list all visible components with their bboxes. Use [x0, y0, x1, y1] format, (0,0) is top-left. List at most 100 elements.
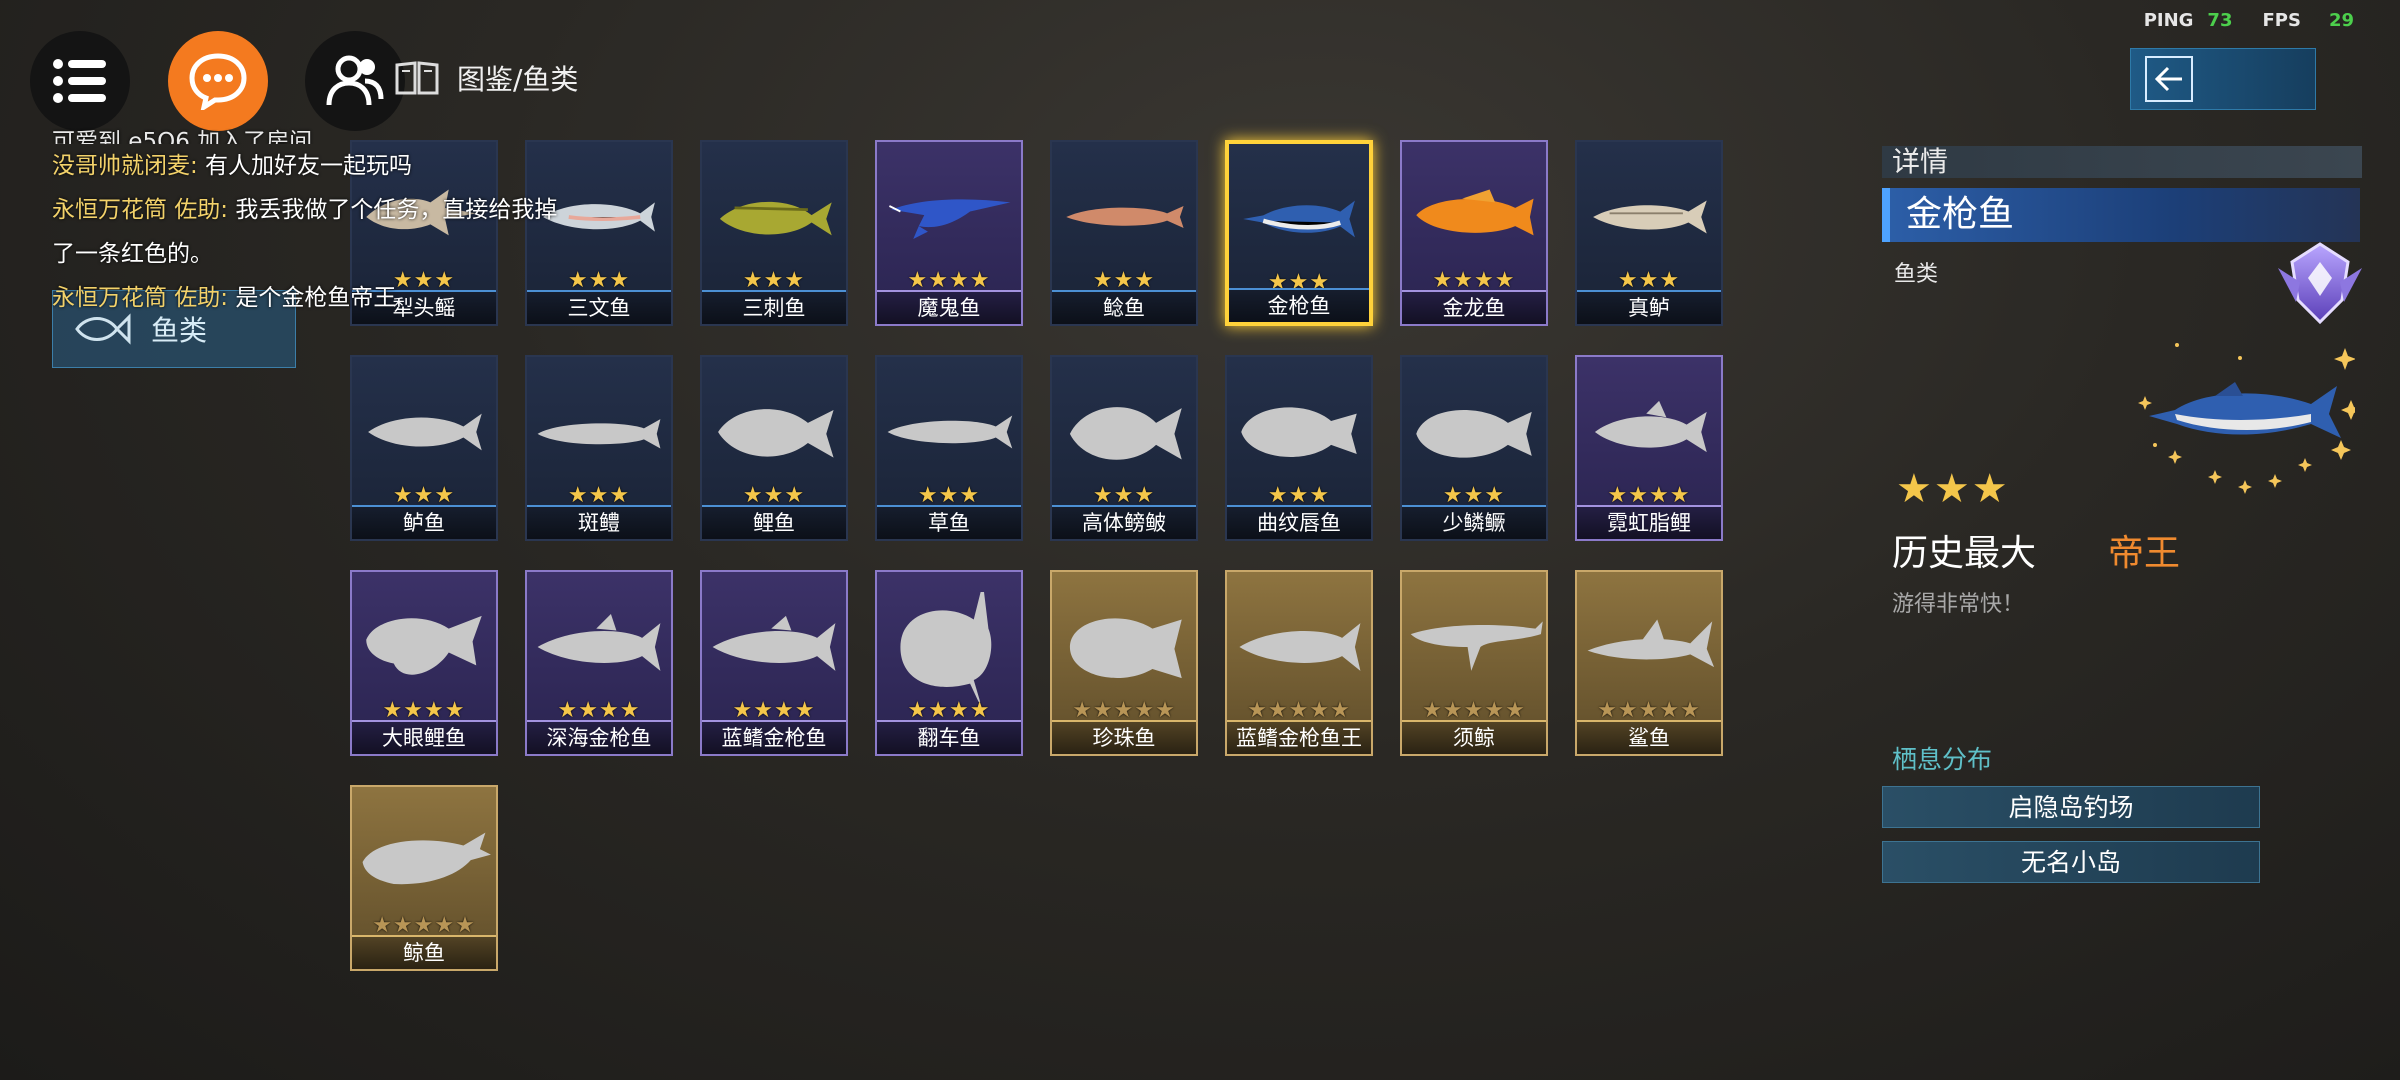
- fish-silhouette-icon: [352, 807, 496, 917]
- selected-fish-image: [2115, 330, 2361, 504]
- fish-card-label: 魔鬼鱼: [877, 290, 1021, 324]
- chat-message: 永恒万花筒 佐助: 是个金枪鱼帝王: [52, 276, 732, 320]
- fish-card-label: 鲶鱼: [1052, 290, 1196, 324]
- fish-image: [1402, 162, 1546, 272]
- fish-card[interactable]: ★★★ 曲纹唇鱼: [1225, 355, 1373, 541]
- fish-card-label: 须鲸: [1402, 720, 1546, 754]
- habitat-title: 栖息分布: [1892, 745, 1993, 774]
- fish-card-label: 鲤鱼: [702, 505, 846, 539]
- ping-value: 73: [2207, 10, 2233, 31]
- fish-card-label: 珍珠鱼: [1052, 720, 1196, 754]
- fish-silhouette-icon: [1577, 592, 1721, 702]
- fish-card[interactable]: ★★★★ 金龙鱼: [1400, 140, 1548, 326]
- fish-image: [1229, 164, 1369, 274]
- back-arrow-icon: [2145, 56, 2193, 102]
- history-max-value: 帝王: [2108, 533, 2181, 574]
- chat-bubble-icon: [189, 53, 247, 110]
- friends-button[interactable]: [305, 31, 405, 131]
- performance-stats: PING 73 FPS 29: [2144, 10, 2354, 31]
- fish-card-label: 斑鳢: [527, 505, 671, 539]
- fish-card[interactable]: ★★★ 鲤鱼: [700, 355, 848, 541]
- fish-card[interactable]: ★★★★ 霓虹脂鲤: [1575, 355, 1723, 541]
- fish-card[interactable]: ★★★★★ 须鲸: [1400, 570, 1548, 756]
- fish-card[interactable]: ★★★ 金枪鱼: [1225, 140, 1373, 326]
- fish-name: 金枪鱼: [1906, 194, 2015, 235]
- fps-label: FPS: [2262, 10, 2301, 31]
- chat-partial-line: 可爱到 e5O6 加入了房间: [52, 129, 313, 144]
- fish-card[interactable]: ★★★ 高体鳑鲏: [1050, 355, 1198, 541]
- fish-card[interactable]: ★★★ 斑鳢: [525, 355, 673, 541]
- fish-silhouette-icon: [1577, 377, 1721, 487]
- chat-sender: 没哥帅就闭麦:: [52, 153, 198, 179]
- menu-icon: [53, 59, 106, 103]
- chat-overlay: 可爱到 e5O6 加入了房间 没哥帅就闭麦: 有人加好友一起玩吗 永恒万花筒 佐助…: [52, 129, 732, 320]
- fish-card-label: 曲纹唇鱼: [1227, 505, 1371, 539]
- fish-silhouette-icon: [1402, 592, 1546, 702]
- fish-card[interactable]: ★★★ 鲶鱼: [1050, 140, 1198, 326]
- fish-card[interactable]: ★★★★★ 鲨鱼: [1575, 570, 1723, 756]
- fish-silhouette-icon: [352, 377, 496, 487]
- breadcrumb: 图鉴/鱼类: [395, 58, 578, 98]
- fish-card[interactable]: ★★★★★ 蓝鳍金枪鱼王: [1225, 570, 1373, 756]
- fish-card-label: 蓝鳍金枪鱼: [702, 720, 846, 754]
- chat-message: 了一条红色的。: [52, 232, 732, 276]
- fish-card[interactable]: ★★★★ 蓝鳍金枪鱼: [700, 570, 848, 756]
- fish-name-bar: 金枪鱼: [1882, 188, 2360, 242]
- chat-message: 没哥帅就闭麦: 有人加好友一起玩吗: [52, 144, 732, 188]
- fish-silhouette-icon: [1402, 377, 1546, 487]
- fish-card-label: 鲸鱼: [352, 935, 496, 969]
- fish-card-label: 金龙鱼: [1402, 290, 1546, 324]
- fish-description: 游得非常快！: [1892, 592, 2025, 617]
- habitat-location-button[interactable]: 无名小岛: [1882, 841, 2260, 883]
- fish-card[interactable]: ★★★ 鲈鱼: [350, 355, 498, 541]
- back-button[interactable]: [2130, 48, 2316, 110]
- fish-card-label: 蓝鳍金枪鱼王: [1227, 720, 1371, 754]
- fish-card-label: 鲈鱼: [352, 505, 496, 539]
- fish-silhouette-icon: [527, 592, 671, 702]
- fish-card[interactable]: ★★★★★ 鲸鱼: [350, 785, 498, 971]
- chat-sender: 永恒万花筒 佐助:: [52, 197, 229, 223]
- fish-stars: ★★★: [1896, 466, 2010, 512]
- menu-button[interactable]: [30, 31, 130, 131]
- fish-card-label: 翻车鱼: [877, 720, 1021, 754]
- breadcrumb-text: 图鉴/鱼类: [457, 63, 579, 96]
- book-icon: [395, 61, 439, 95]
- fish-image: [877, 162, 1021, 272]
- fish-card[interactable]: ★★★★ 深海金枪鱼: [525, 570, 673, 756]
- fish-silhouette-icon: [877, 592, 1021, 702]
- fish-card[interactable]: ★★★ 少鳞鳜: [1400, 355, 1548, 541]
- fish-card-label: 金枪鱼: [1229, 288, 1369, 322]
- detail-header-label: 详情: [1892, 145, 1949, 178]
- fish-silhouette-icon: [702, 377, 846, 487]
- fish-card[interactable]: ★★★ 草鱼: [875, 355, 1023, 541]
- fish-card[interactable]: ★★★★ 翻车鱼: [875, 570, 1023, 756]
- fish-card-label: 高体鳑鲏: [1052, 505, 1196, 539]
- chat-text: 了一条红色的。: [52, 241, 213, 267]
- fish-card[interactable]: ★★★★ 大眼鲤鱼: [350, 570, 498, 756]
- fish-card[interactable]: ★★★★ 魔鬼鱼: [875, 140, 1023, 326]
- rank-badge-icon: [2270, 238, 2370, 332]
- fish-category: 鱼类: [1894, 262, 1939, 287]
- fish-image: [1052, 162, 1196, 272]
- detail-header: 详情: [1882, 146, 2362, 178]
- chat-text: 有人加好友一起玩吗: [197, 153, 413, 179]
- habitat-location-button[interactable]: 启隐岛钓场: [1882, 786, 2260, 828]
- chat-message: 永恒万花筒 佐助: 我丢我做了个任务，直接给我掉: [52, 188, 732, 232]
- chat-button[interactable]: [168, 31, 268, 131]
- fish-card-label: 真鲈: [1577, 290, 1721, 324]
- fish-card-label: 鲨鱼: [1577, 720, 1721, 754]
- fish-card[interactable]: ★★★ 真鲈: [1575, 140, 1723, 326]
- fish-silhouette-icon: [527, 377, 671, 487]
- fish-silhouette-icon: [1227, 592, 1371, 702]
- chat-sender: 永恒万花筒 佐助:: [52, 285, 229, 311]
- fish-silhouette-icon: [1227, 377, 1371, 487]
- chat-text: 我丢我做了个任务，直接给我掉: [228, 197, 558, 223]
- fish-card-label: 大眼鲤鱼: [352, 720, 496, 754]
- fish-card-label: 深海金枪鱼: [527, 720, 671, 754]
- fish-card[interactable]: ★★★★★ 珍珠鱼: [1050, 570, 1198, 756]
- fish-card-label: 草鱼: [877, 505, 1021, 539]
- history-max-label: 历史最大: [1892, 533, 2037, 574]
- fish-silhouette-icon: [352, 592, 496, 702]
- friends-icon: [326, 55, 384, 106]
- chat-text: 是个金枪鱼帝王: [228, 285, 397, 311]
